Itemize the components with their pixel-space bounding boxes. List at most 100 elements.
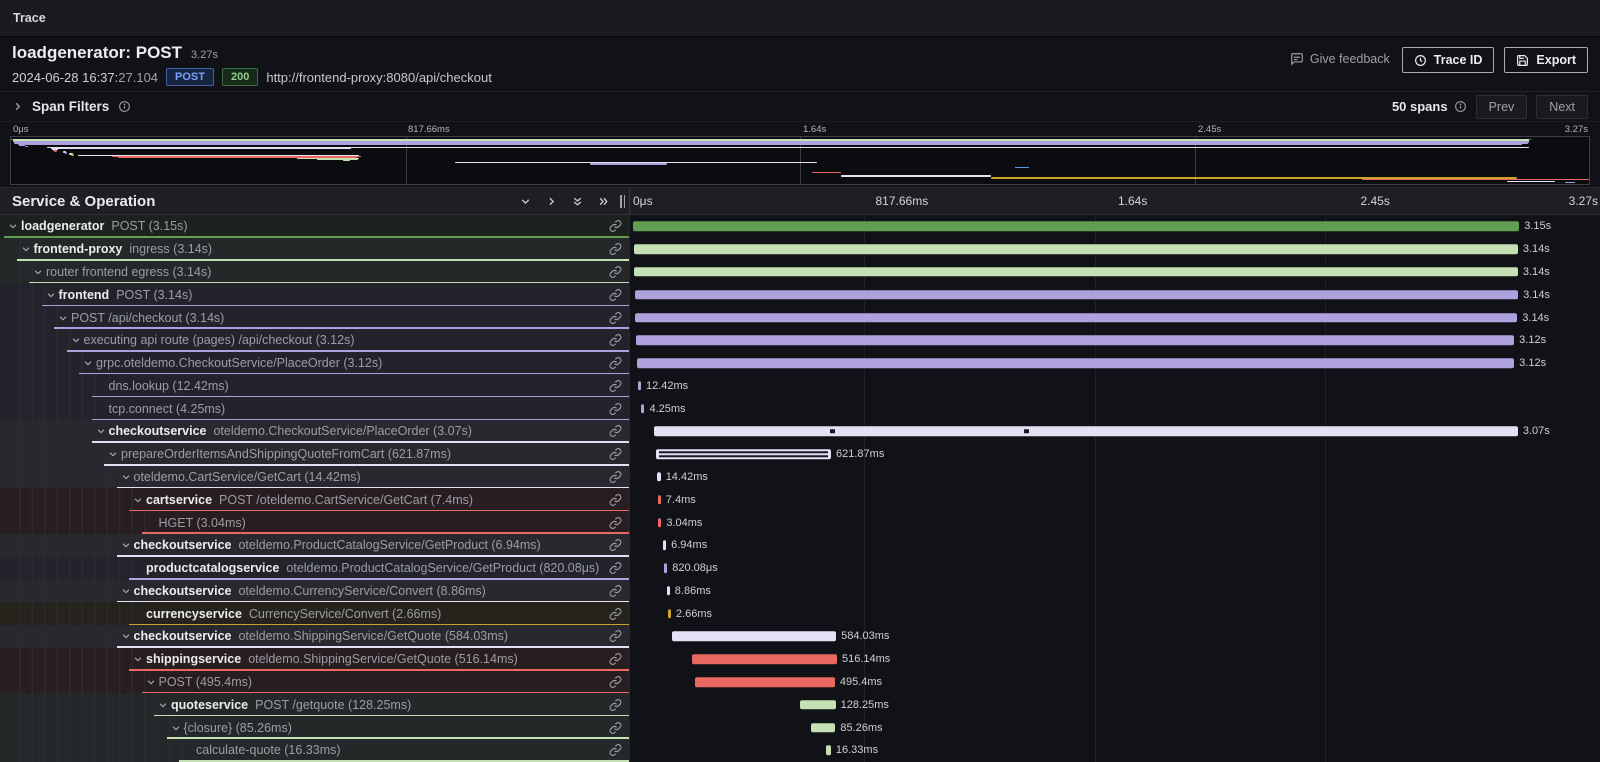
span-name-cell[interactable]: prepareOrderItemsAndShippingQuoteFromCar… — [0, 443, 630, 466]
link-icon[interactable] — [609, 721, 622, 734]
span-bar[interactable] — [634, 267, 1517, 277]
span-row[interactable]: productcatalogservice oteldemo.ProductCa… — [0, 557, 1600, 580]
span-bar-cell[interactable]: 6.94ms — [630, 534, 1600, 557]
span-row[interactable]: tcp.connect (4.25ms) 4.25ms — [0, 397, 1600, 420]
span-name-cell[interactable]: POST /api/checkout (3.14s) — [0, 306, 630, 329]
span-bar-cell[interactable]: 8.86ms — [630, 580, 1600, 603]
link-icon[interactable] — [609, 698, 622, 711]
span-bar[interactable] — [637, 358, 1514, 368]
link-icon[interactable] — [609, 402, 622, 415]
span-row[interactable]: checkoutservice oteldemo.CheckoutService… — [0, 420, 1600, 443]
next-button[interactable]: Next — [1536, 95, 1588, 119]
span-bar[interactable] — [667, 586, 670, 596]
column-resize-handle[interactable] — [620, 195, 627, 208]
span-bar-cell[interactable]: 621.87ms — [630, 443, 1600, 466]
span-row[interactable]: checkoutservice oteldemo.CurrencyService… — [0, 580, 1600, 603]
span-name-cell[interactable]: frontend-proxy ingress (3.14s) — [0, 238, 630, 261]
span-bar[interactable] — [654, 427, 1518, 437]
span-row[interactable]: executing api route (pages) /api/checkou… — [0, 329, 1600, 352]
span-bar[interactable] — [638, 381, 641, 391]
span-bar-cell[interactable]: 3.14s — [630, 238, 1600, 261]
expand-all-icon[interactable] — [597, 195, 610, 208]
span-bar-cell[interactable]: 516.14ms — [630, 648, 1600, 671]
span-bar[interactable] — [658, 495, 661, 505]
span-bar[interactable] — [668, 609, 671, 619]
span-row[interactable]: dns.lookup (12.42ms) 12.42ms — [0, 374, 1600, 397]
span-bar-cell[interactable]: 3.04ms — [630, 511, 1600, 534]
link-icon[interactable] — [609, 379, 622, 392]
span-bar-cell[interactable]: 3.14s — [630, 306, 1600, 329]
span-name-cell[interactable]: frontend POST (3.14s) — [0, 283, 630, 306]
span-bar-cell[interactable]: 3.07s — [630, 420, 1600, 443]
link-icon[interactable] — [609, 584, 622, 597]
link-icon[interactable] — [609, 311, 622, 324]
span-row[interactable]: router frontend egress (3.14s) 3.14s — [0, 261, 1600, 284]
span-bar[interactable] — [826, 746, 831, 756]
span-name-cell[interactable]: loadgenerator POST (3.15s) — [0, 215, 630, 238]
span-bar[interactable] — [633, 222, 1519, 232]
link-icon[interactable] — [609, 653, 622, 666]
span-bar-cell[interactable]: 3.14s — [630, 283, 1600, 306]
export-button[interactable]: Export — [1504, 47, 1588, 73]
span-row[interactable]: oteldemo.CartService/GetCart (14.42ms) 1… — [0, 466, 1600, 489]
span-name-cell[interactable]: cartservice POST /oteldemo.CartService/G… — [0, 488, 630, 511]
span-name-cell[interactable]: calculate-quote (16.33ms) — [0, 739, 630, 762]
span-name-cell[interactable]: grpc.oteldemo.CheckoutService/PlaceOrder… — [0, 352, 630, 375]
span-bar-cell[interactable]: 85.26ms — [630, 716, 1600, 739]
give-feedback-button[interactable]: Give feedback — [1288, 47, 1392, 71]
span-name-cell[interactable]: HGET (3.04ms) — [0, 511, 630, 534]
span-row[interactable]: frontend-proxy ingress (3.14s) 3.14s — [0, 238, 1600, 261]
span-bar[interactable] — [635, 290, 1518, 300]
link-icon[interactable] — [609, 562, 622, 575]
span-row[interactable]: POST /api/checkout (3.14s) 3.14s — [0, 306, 1600, 329]
span-name-cell[interactable]: checkoutservice oteldemo.ProductCatalogS… — [0, 534, 630, 557]
span-name-cell[interactable]: router frontend egress (3.14s) — [0, 261, 630, 284]
span-bar[interactable] — [636, 336, 1514, 346]
span-row[interactable]: shippingservice oteldemo.ShippingService… — [0, 648, 1600, 671]
span-bar[interactable] — [635, 313, 1518, 323]
link-icon[interactable] — [609, 265, 622, 278]
link-icon[interactable] — [609, 630, 622, 643]
span-name-cell[interactable]: checkoutservice oteldemo.ShippingService… — [0, 625, 630, 648]
span-bar-cell[interactable]: 7.4ms — [630, 488, 1600, 511]
span-name-cell[interactable]: productcatalogservice oteldemo.ProductCa… — [0, 557, 630, 580]
span-row[interactable]: loadgenerator POST (3.15s) 3.15s — [0, 215, 1600, 238]
span-row[interactable]: frontend POST (3.14s) 3.14s — [0, 283, 1600, 306]
collapse-one-icon[interactable] — [519, 195, 532, 208]
span-row[interactable]: POST (495.4ms) 495.4ms — [0, 671, 1600, 694]
span-row[interactable]: grpc.oteldemo.CheckoutService/PlaceOrder… — [0, 352, 1600, 375]
span-row[interactable]: {closure} (85.26ms) 85.26ms — [0, 716, 1600, 739]
span-bar[interactable] — [664, 563, 667, 573]
span-bar[interactable] — [657, 472, 661, 482]
link-icon[interactable] — [609, 744, 622, 757]
prev-button[interactable]: Prev — [1476, 95, 1528, 119]
span-row[interactable]: calculate-quote (16.33ms) 16.33ms — [0, 739, 1600, 762]
link-icon[interactable] — [609, 243, 622, 256]
span-bar[interactable] — [663, 541, 666, 551]
link-icon[interactable] — [609, 470, 622, 483]
chevron-right-icon[interactable] — [12, 101, 23, 112]
span-bar-cell[interactable]: 3.12s — [630, 329, 1600, 352]
span-bar-cell[interactable]: 4.25ms — [630, 397, 1600, 420]
span-name-cell[interactable]: checkoutservice oteldemo.CheckoutService… — [0, 420, 630, 443]
span-row[interactable]: currencyservice CurrencyService/Convert … — [0, 602, 1600, 625]
span-bar[interactable] — [658, 518, 661, 528]
trace-id-button[interactable]: Trace ID — [1402, 47, 1495, 73]
span-row[interactable]: prepareOrderItemsAndShippingQuoteFromCar… — [0, 443, 1600, 466]
span-bar-cell[interactable]: 128.25ms — [630, 693, 1600, 716]
span-bar[interactable] — [641, 404, 644, 414]
span-name-cell[interactable]: checkoutservice oteldemo.CurrencyService… — [0, 580, 630, 603]
span-bar[interactable] — [800, 700, 836, 710]
span-bar[interactable] — [656, 449, 831, 459]
span-bar[interactable] — [811, 723, 835, 733]
link-icon[interactable] — [609, 357, 622, 370]
span-row[interactable]: HGET (3.04ms) 3.04ms — [0, 511, 1600, 534]
link-icon[interactable] — [609, 448, 622, 461]
span-row[interactable]: quoteservice POST /getquote (128.25ms) 1… — [0, 693, 1600, 716]
link-icon[interactable] — [609, 676, 622, 689]
span-filters-label[interactable]: Span Filters — [32, 99, 109, 114]
span-name-cell[interactable]: dns.lookup (12.42ms) — [0, 374, 630, 397]
span-bar[interactable] — [692, 654, 837, 664]
span-bar-cell[interactable]: 14.42ms — [630, 466, 1600, 489]
link-icon[interactable] — [609, 516, 622, 529]
